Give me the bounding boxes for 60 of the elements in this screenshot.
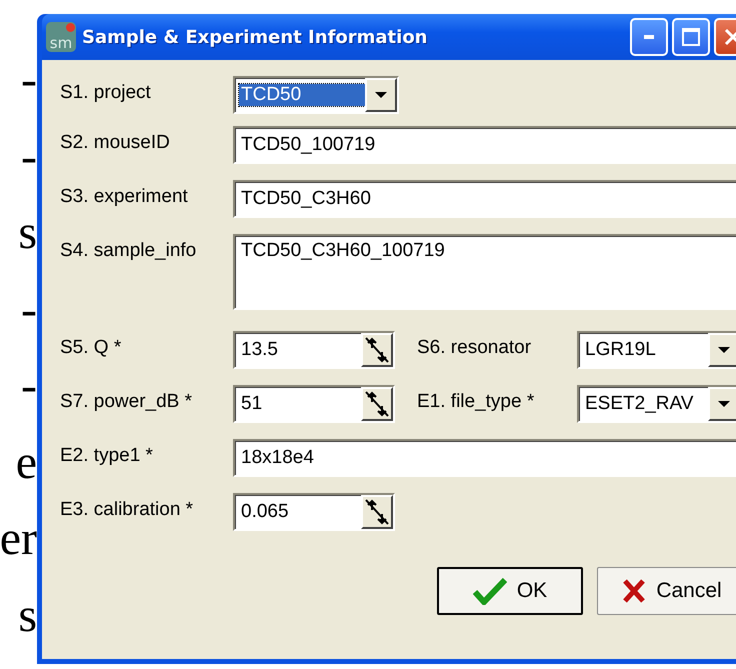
combo-box[interactable]: TCD50 [233,76,399,114]
field-label: S3. experiment [60,185,189,208]
document-text: - [21,52,37,108]
document-text: - [21,358,37,414]
document-text: s [18,588,37,644]
input-field[interactable]: TCD50_100719 [233,126,736,164]
field-value: TCD50 [239,84,365,106]
field-label: S6. resonator [416,336,532,359]
spin-arrows-icon [365,337,389,363]
spin-field[interactable]: 13.5 [233,331,395,369]
maximize-button[interactable] [672,18,710,56]
field-label: S2. mouseID [60,131,171,154]
field-value: TCD50_C3H60 [240,188,372,210]
checkmark-icon [472,577,507,605]
dropdown-arrow-icon [374,91,388,99]
cross-icon [622,578,646,604]
app-icon: sm [46,22,76,52]
combo-box[interactable]: ESET2_RAV [577,385,736,423]
spin-button[interactable] [361,387,393,421]
input-field[interactable]: 18x18e4 [233,439,736,477]
spin-arrows-icon [365,391,389,417]
field-label: S1. project [60,81,152,104]
document-text: er [0,511,37,567]
input-field[interactable]: TCD50_C3H60 [233,180,736,218]
field-label: E2. type1 * [60,444,154,467]
cancel-button[interactable]: Cancel [597,567,736,615]
spin-field[interactable]: 51 [233,385,395,423]
field-value: 51 [240,393,264,415]
field-value: 18x18e4 [240,447,315,469]
minimize-icon [644,35,654,39]
dropdown-button[interactable] [708,387,736,421]
document-text: e [16,434,37,490]
field-value: ESET2_RAV [584,393,694,415]
spin-arrows-icon [365,499,389,525]
text-area[interactable]: TCD50_C3H60_100719 [233,234,736,310]
maximize-icon [681,27,701,47]
ok-button[interactable]: OK [437,567,583,615]
dropdown-arrow-icon [717,400,731,408]
minimize-button[interactable] [630,18,668,56]
dropdown-button[interactable] [708,333,736,367]
field-value: TCD50_100719 [240,134,376,156]
field-value: 13.5 [240,339,279,361]
field-label: S5. Q * [60,336,122,359]
document-text: - [21,282,37,338]
spin-button[interactable] [361,333,393,367]
field-label: S4. sample_info [60,239,198,262]
field-value: 0.065 [240,501,290,523]
spin-button[interactable] [361,495,393,529]
document-text: s [18,205,37,261]
dropdown-button[interactable] [365,78,397,112]
field-value: TCD50_C3H60_100719 [240,240,446,262]
window-title: Sample & Experiment Information [82,26,428,48]
field-label: S7. power_dB * [60,390,194,413]
field-label: E3. calibration * [60,498,194,521]
field-value: LGR19L [584,339,657,361]
combo-box[interactable]: LGR19L [577,331,736,369]
spin-field[interactable]: 0.065 [233,493,395,531]
document-text: - [21,128,37,184]
dropdown-arrow-icon [717,346,731,354]
field-label: E1. file_type * [416,390,536,413]
